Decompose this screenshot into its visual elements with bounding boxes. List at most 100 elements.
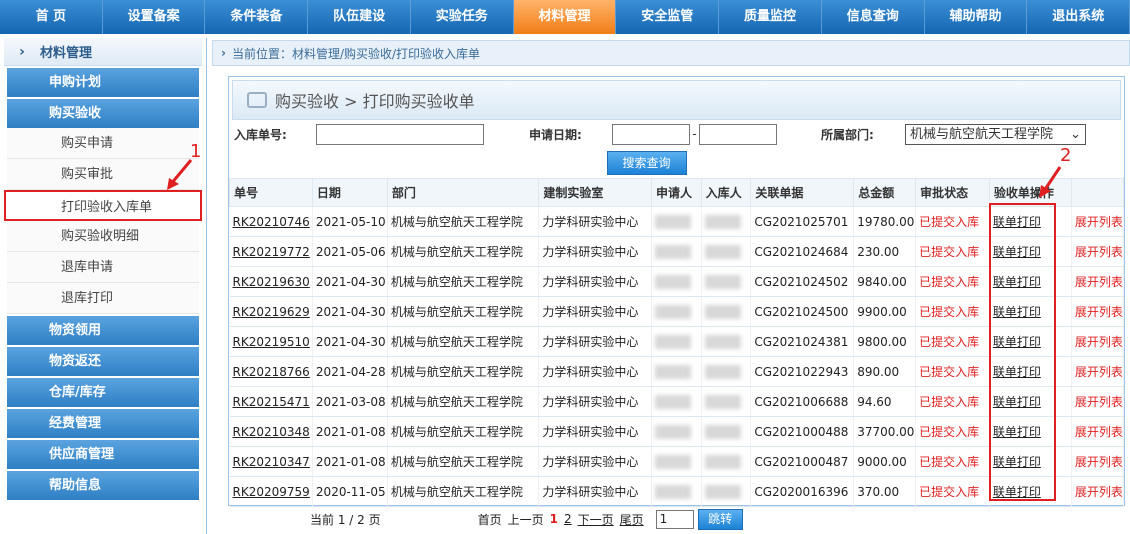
receiver-cell xyxy=(701,266,752,297)
page-info: 当前 1 / 2 页 xyxy=(310,512,381,527)
print-link[interactable]: 联单打印 xyxy=(989,476,1072,507)
expand-list-link[interactable]: 展开列表 xyxy=(1071,206,1125,237)
nav-item-0[interactable]: 首 页 xyxy=(0,0,103,34)
related-doc-cell: CG2021025701 xyxy=(750,206,855,237)
related-doc-cell: CG2021024684 xyxy=(750,236,855,267)
sidebar-section-4[interactable]: 仓库/库存 xyxy=(7,378,199,407)
receipt-id-link[interactable]: RK20219510 xyxy=(229,326,313,357)
breadcrumb: › 当前位置：材料管理/购买验收/打印验收入库单 xyxy=(212,40,1130,66)
sidebar-item-1-0[interactable]: 购买申请 xyxy=(7,128,199,159)
last-page-link[interactable]: 尾页 xyxy=(620,511,644,528)
print-link[interactable]: 联单打印 xyxy=(989,236,1072,267)
receipt-id-link[interactable]: RK20210347 xyxy=(229,446,313,477)
search-button[interactable]: 搜索查询 xyxy=(606,151,687,175)
applicant-cell xyxy=(651,206,702,237)
first-page-link[interactable]: 首页 xyxy=(478,511,502,528)
lab-cell: 力学科研实验中心 xyxy=(538,236,652,267)
sidebar-section-6[interactable]: 供应商管理 xyxy=(7,440,199,469)
redacted-name xyxy=(654,334,691,349)
sidebar-section-0[interactable]: 申购计划 xyxy=(7,68,199,97)
nav-item-10[interactable]: 退出系统 xyxy=(1027,0,1130,34)
sidebar-section-2[interactable]: 物资领用 xyxy=(7,316,199,345)
receipt-id-link[interactable]: RK20219629 xyxy=(229,296,313,327)
next-page-link[interactable]: 下一页 xyxy=(578,511,614,528)
date-cell: 2021-01-08 xyxy=(312,446,388,477)
nav-item-7[interactable]: 质量监控 xyxy=(719,0,822,34)
expand-list-link[interactable]: 展开列表 xyxy=(1071,236,1125,267)
receipt-id-link[interactable]: RK20219772 xyxy=(229,236,313,267)
receipt-id-link[interactable]: RK20210348 xyxy=(229,416,313,447)
sidebar-section-1[interactable]: 购买验收 xyxy=(7,99,199,128)
nav-item-3[interactable]: 队伍建设 xyxy=(308,0,411,34)
redacted-name xyxy=(704,244,741,259)
expand-list-link[interactable]: 展开列表 xyxy=(1071,356,1125,387)
receipt-id-link[interactable]: RK20210746 xyxy=(229,206,313,237)
date-cell: 2021-04-30 xyxy=(312,326,388,357)
sidebar-section-7[interactable]: 帮助信息 xyxy=(7,471,199,500)
print-link[interactable]: 联单打印 xyxy=(989,296,1072,327)
print-link[interactable]: 联单打印 xyxy=(989,266,1072,297)
nav-item-8[interactable]: 信息查询 xyxy=(821,0,925,34)
receipt-id-link[interactable]: RK20218766 xyxy=(229,356,313,387)
lab-cell: 力学科研实验中心 xyxy=(538,326,652,357)
prev-page-link[interactable]: 上一页 xyxy=(508,511,544,528)
receipt-label: 入库单号: xyxy=(234,127,287,142)
expand-list-link[interactable]: 展开列表 xyxy=(1071,416,1125,447)
sidebar-title: 材料管理 xyxy=(40,46,93,61)
date-cell: 2021-05-06 xyxy=(312,236,388,267)
redacted-name xyxy=(654,484,691,499)
status-cell: 已提交入库 xyxy=(915,476,990,507)
date-cell: 2020-11-05 xyxy=(312,476,388,507)
date-to-input[interactable] xyxy=(699,123,777,145)
redacted-name xyxy=(654,244,691,259)
sidebar-section-5[interactable]: 经费管理 xyxy=(7,409,199,438)
table-row: RK20219510 2021-04-30 机械与航空航天工程学院 力学科研实验中心 C… xyxy=(229,326,1125,357)
nav-item-4[interactable]: 实验任务 xyxy=(410,0,514,34)
page-input[interactable]: 1 xyxy=(655,509,694,529)
sidebar-section-3[interactable]: 物资返还 xyxy=(7,347,199,376)
print-link[interactable]: 联单打印 xyxy=(989,326,1072,357)
related-doc-cell: CG2021022943 xyxy=(750,356,855,387)
nav-item-5[interactable]: 材料管理 xyxy=(513,0,617,34)
receipt-id-link[interactable]: RK20219630 xyxy=(229,266,313,297)
jump-button[interactable]: 跳转 xyxy=(697,508,743,530)
column-header-6: 关联单据 xyxy=(750,178,855,207)
column-header-4: 申请人 xyxy=(650,178,702,207)
status-cell: 已提交入库 xyxy=(915,236,990,267)
receipt-id-link[interactable]: RK20209759 xyxy=(229,476,313,507)
amount-cell: 37700.00 xyxy=(853,416,917,447)
dept-select[interactable]: 机械与航空航天工程学院 ⌄ xyxy=(905,123,1086,145)
expand-list-link[interactable]: 展开列表 xyxy=(1071,446,1125,477)
page-2-link[interactable]: 2 xyxy=(564,512,572,526)
expand-list-link[interactable]: 展开列表 xyxy=(1071,266,1125,297)
page-1-link[interactable]: 1 xyxy=(550,512,558,526)
table-row: RK20210746 2021-05-10 机械与航空航天工程学院 力学科研实验中心 C… xyxy=(229,206,1125,237)
search-form: 入库单号: 申请日期: - 所属部门: 机械与航空航天工程学院 ⌄ 搜索查询 xyxy=(229,120,1124,178)
amount-cell: 890.00 xyxy=(853,356,917,387)
related-doc-cell: CG2021024500 xyxy=(750,296,855,327)
date-from-input[interactable] xyxy=(612,123,690,145)
expand-list-link[interactable]: 展开列表 xyxy=(1071,386,1125,417)
nav-item-6[interactable]: 安全监管 xyxy=(616,0,720,34)
nav-item-1[interactable]: 设置备案 xyxy=(102,0,206,34)
nav-item-2[interactable]: 条件装备 xyxy=(205,0,309,34)
sidebar-item-1-3[interactable]: 购买验收明细 xyxy=(7,221,199,252)
applicant-cell xyxy=(651,386,702,417)
print-link[interactable]: 联单打印 xyxy=(989,206,1072,237)
applicant-cell xyxy=(651,446,702,477)
expand-list-link[interactable]: 展开列表 xyxy=(1071,296,1125,327)
annotation-2: 2 xyxy=(1060,145,1072,166)
receipt-no-input[interactable] xyxy=(316,123,484,145)
nav-item-9[interactable]: 辅助帮助 xyxy=(924,0,1028,34)
sidebar-item-1-4[interactable]: 退库申请 xyxy=(7,252,199,283)
receipt-id-link[interactable]: RK20215471 xyxy=(229,386,313,417)
print-link[interactable]: 联单打印 xyxy=(989,356,1072,387)
print-link[interactable]: 联单打印 xyxy=(989,386,1072,417)
sidebar-item-1-5[interactable]: 退库打印 xyxy=(7,283,199,314)
redacted-name xyxy=(704,274,741,289)
expand-list-link[interactable]: 展开列表 xyxy=(1071,476,1125,507)
expand-list-link[interactable]: 展开列表 xyxy=(1071,326,1125,357)
print-link[interactable]: 联单打印 xyxy=(989,446,1072,477)
sidebar-item-1-2[interactable]: 打印验收入库单 xyxy=(4,190,202,221)
print-link[interactable]: 联单打印 xyxy=(989,416,1072,447)
